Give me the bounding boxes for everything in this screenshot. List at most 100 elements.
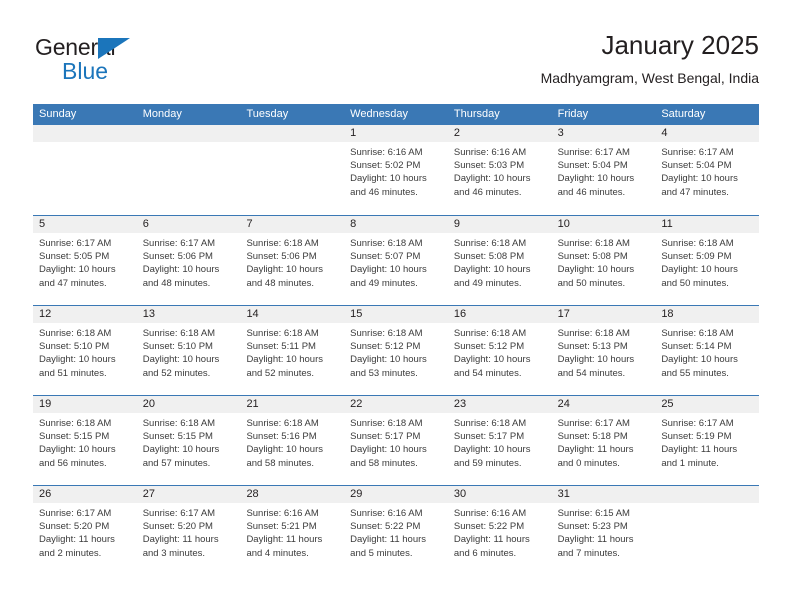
day-cell-10[interactable]: 10 Sunrise: 6:18 AM Sunset: 5:08 PM Dayligh… xyxy=(551,216,656,305)
day-cell-15[interactable]: 15 Sunrise: 6:18 AM Sunset: 5:12 PM Dayligh… xyxy=(344,306,448,395)
day-details: Sunrise: 6:17 AM Sunset: 5:18 PM Daylight:… xyxy=(552,413,656,470)
sunrise-text: Sunrise: 6:18 AM xyxy=(453,238,527,249)
sunrise-text: Sunrise: 6:18 AM xyxy=(661,238,734,249)
day-details: Sunrise: 6:18 AM Sunset: 5:16 PM Daylight:… xyxy=(240,413,344,470)
sunrise-text: Sunrise: 6:15 AM xyxy=(557,508,630,519)
title-block: January 2025 Madhyamgram, West Bengal, I… xyxy=(541,28,759,88)
day-cell-2[interactable]: 2 Sunrise: 6:16 AM Sunset: 5:03 PM Daylight… xyxy=(447,125,552,215)
day-details: Sunrise: 6:16 AM Sunset: 5:21 PM Daylight:… xyxy=(240,503,344,560)
weekday-header-row: Sunday Monday Tuesday Wednesday Thursday Frid… xyxy=(33,104,759,125)
day-number: 8 xyxy=(350,218,357,230)
day-cell-6[interactable]: 6 Sunrise: 6:17 AM Sunset: 5:06 PM Daylight… xyxy=(136,216,241,305)
day-details: Sunrise: 6:16 AM Sunset: 5:22 PM Daylight:… xyxy=(344,503,448,560)
calendar-page: General Blue January 2025 Madhyamgram, W… xyxy=(0,0,792,612)
day-number-band: 8 xyxy=(344,216,448,233)
day-cell-empty xyxy=(240,125,345,215)
daylight-text: Daylight: 10 hours and 55 minutes. xyxy=(661,354,738,379)
day-cell-16[interactable]: 16 Sunrise: 6:18 AM Sunset: 5:12 PM Dayligh… xyxy=(447,306,552,395)
day-cell-11[interactable]: 11 Sunrise: 6:18 AM Sunset: 5:09 PM Dayligh… xyxy=(655,216,760,305)
day-cell-18[interactable]: 18 Sunrise: 6:18 AM Sunset: 5:14 PM Dayligh… xyxy=(655,306,760,395)
day-cell-23[interactable]: 23 Sunrise: 6:18 AM Sunset: 5:17 PM Dayligh… xyxy=(447,396,552,485)
day-number-band: 15 xyxy=(344,306,448,323)
sunrise-text: Sunrise: 6:16 AM xyxy=(453,147,527,158)
sunset-text: Sunset: 5:03 PM xyxy=(453,160,525,172)
sunset-text: Sunset: 5:02 PM xyxy=(350,160,421,172)
day-number-band: 10 xyxy=(551,216,656,233)
day-cell-31[interactable]: 31 Sunrise: 6:15 AM Sunset: 5:23 PM Dayligh… xyxy=(551,486,656,575)
day-cell-7[interactable]: 7 Sunrise: 6:18 AM Sunset: 5:06 PM Daylight… xyxy=(240,216,345,305)
general-blue-logo[interactable]: General Blue xyxy=(35,34,235,92)
sunrise-text: Sunrise: 6:18 AM xyxy=(557,328,630,339)
day-cell-26[interactable]: 26 Sunrise: 6:17 AM Sunset: 5:20 PM Dayligh… xyxy=(33,486,137,575)
day-cell-5[interactable]: 5 Sunrise: 6:17 AM Sunset: 5:05 PM Daylight… xyxy=(33,216,137,305)
weekday-header-wednesday: Wednesday xyxy=(350,108,409,120)
daylight-text: Daylight: 11 hours and 1 minute. xyxy=(661,444,738,469)
brand-triangle-icon xyxy=(98,38,130,59)
day-number-band xyxy=(136,125,241,142)
day-number: 2 xyxy=(453,127,460,139)
daylight-text: Daylight: 10 hours and 47 minutes. xyxy=(661,173,738,198)
day-cell-8[interactable]: 8 Sunrise: 6:18 AM Sunset: 5:07 PM Daylight… xyxy=(344,216,448,305)
sunset-text: Sunset: 5:17 PM xyxy=(350,431,421,443)
calendar-week-row: 5 Sunrise: 6:17 AM Sunset: 5:05 PM Daylight… xyxy=(33,215,760,305)
day-details: Sunrise: 6:18 AM Sunset: 5:12 PM Daylight:… xyxy=(344,323,448,380)
day-cell-4[interactable]: 4 Sunrise: 6:17 AM Sunset: 5:04 PM Daylight… xyxy=(655,125,760,215)
day-cell-13[interactable]: 13 Sunrise: 6:18 AM Sunset: 5:10 PM Dayligh… xyxy=(136,306,241,395)
day-cell-22[interactable]: 22 Sunrise: 6:18 AM Sunset: 5:17 PM Dayligh… xyxy=(344,396,448,485)
daylight-text: Daylight: 10 hours and 58 minutes. xyxy=(246,444,324,469)
day-details: Sunrise: 6:17 AM Sunset: 5:20 PM Daylight:… xyxy=(137,503,241,560)
day-number: 16 xyxy=(453,308,467,320)
sunrise-text: Sunrise: 6:18 AM xyxy=(142,418,216,429)
sunset-text: Sunset: 5:12 PM xyxy=(453,341,525,353)
sunset-text: Sunset: 5:09 PM xyxy=(661,251,732,263)
weekday-header-saturday: Saturday xyxy=(661,108,706,120)
day-number: 29 xyxy=(350,488,363,500)
day-number: 18 xyxy=(661,308,674,320)
day-cell-9[interactable]: 9 Sunrise: 6:18 AM Sunset: 5:08 PM Daylight… xyxy=(447,216,552,305)
sunset-text: Sunset: 5:05 PM xyxy=(39,251,110,263)
day-cell-30[interactable]: 30 Sunrise: 6:16 AM Sunset: 5:22 PM Dayligh… xyxy=(447,486,552,575)
daylight-text: Daylight: 11 hours and 0 minutes. xyxy=(557,444,634,469)
day-number: 1 xyxy=(350,127,357,139)
day-number-band: 5 xyxy=(33,216,137,233)
sunrise-text: Sunrise: 6:17 AM xyxy=(39,508,112,519)
day-cell-24[interactable]: 24 Sunrise: 6:17 AM Sunset: 5:18 PM Dayligh… xyxy=(551,396,656,485)
sunset-text: Sunset: 5:15 PM xyxy=(39,431,110,443)
day-details: Sunrise: 6:18 AM Sunset: 5:09 PM Daylight:… xyxy=(655,233,759,290)
sunset-text: Sunset: 5:17 PM xyxy=(453,431,525,443)
calendar-week-row: 12 Sunrise: 6:18 AM Sunset: 5:10 PM Dayligh… xyxy=(33,305,760,395)
day-cell-empty xyxy=(136,125,241,215)
daylight-text: Daylight: 10 hours and 47 minutes. xyxy=(39,264,116,289)
day-cell-25[interactable]: 25 Sunrise: 6:17 AM Sunset: 5:19 PM Dayligh… xyxy=(655,396,760,485)
daylight-text: Daylight: 10 hours and 46 minutes. xyxy=(557,173,635,198)
day-details: Sunrise: 6:18 AM Sunset: 5:06 PM Daylight:… xyxy=(240,233,344,290)
day-cell-1[interactable]: 1 Sunrise: 6:16 AM Sunset: 5:02 PM Daylight… xyxy=(344,125,448,215)
sunset-text: Sunset: 5:04 PM xyxy=(557,160,628,172)
day-cell-19[interactable]: 19 Sunrise: 6:18 AM Sunset: 5:15 PM Dayligh… xyxy=(33,396,137,485)
day-cell-29[interactable]: 29 Sunrise: 6:16 AM Sunset: 5:22 PM Dayligh… xyxy=(344,486,448,575)
day-cell-12[interactable]: 12 Sunrise: 6:18 AM Sunset: 5:10 PM Dayligh… xyxy=(33,306,137,395)
day-cell-20[interactable]: 20 Sunrise: 6:18 AM Sunset: 5:15 PM Dayligh… xyxy=(136,396,241,485)
sunset-text: Sunset: 5:16 PM xyxy=(246,431,317,443)
day-cell-17[interactable]: 17 Sunrise: 6:18 AM Sunset: 5:13 PM Dayligh… xyxy=(551,306,656,395)
sunrise-text: Sunrise: 6:17 AM xyxy=(661,418,734,429)
day-number-band: 11 xyxy=(655,216,760,233)
sunrise-text: Sunrise: 6:18 AM xyxy=(350,238,423,249)
sunset-text: Sunset: 5:14 PM xyxy=(661,341,732,353)
day-cell-27[interactable]: 27 Sunrise: 6:17 AM Sunset: 5:20 PM Dayligh… xyxy=(136,486,241,575)
day-cell-21[interactable]: 21 Sunrise: 6:18 AM Sunset: 5:16 PM Dayligh… xyxy=(240,396,345,485)
day-cell-14[interactable]: 14 Sunrise: 6:18 AM Sunset: 5:11 PM Dayligh… xyxy=(240,306,345,395)
day-cell-28[interactable]: 28 Sunrise: 6:16 AM Sunset: 5:21 PM Dayligh… xyxy=(240,486,345,575)
day-cell-3[interactable]: 3 Sunrise: 6:17 AM Sunset: 5:04 PM Daylight… xyxy=(551,125,656,215)
day-number: 11 xyxy=(661,218,673,230)
sunset-text: Sunset: 5:06 PM xyxy=(142,251,213,263)
sunrise-text: Sunrise: 6:16 AM xyxy=(453,508,527,519)
day-details: Sunrise: 6:18 AM Sunset: 5:12 PM Daylight:… xyxy=(448,323,552,380)
daylight-text: Daylight: 10 hours and 50 minutes. xyxy=(557,264,635,289)
day-number: 10 xyxy=(557,218,570,230)
day-number: 27 xyxy=(142,488,155,500)
day-number: 9 xyxy=(453,218,460,230)
logo-text-blue: Blue xyxy=(62,58,109,84)
page-header: General Blue January 2025 Madhyamgram, W… xyxy=(33,28,759,98)
day-details: Sunrise: 6:18 AM Sunset: 5:08 PM Daylight:… xyxy=(448,233,552,290)
